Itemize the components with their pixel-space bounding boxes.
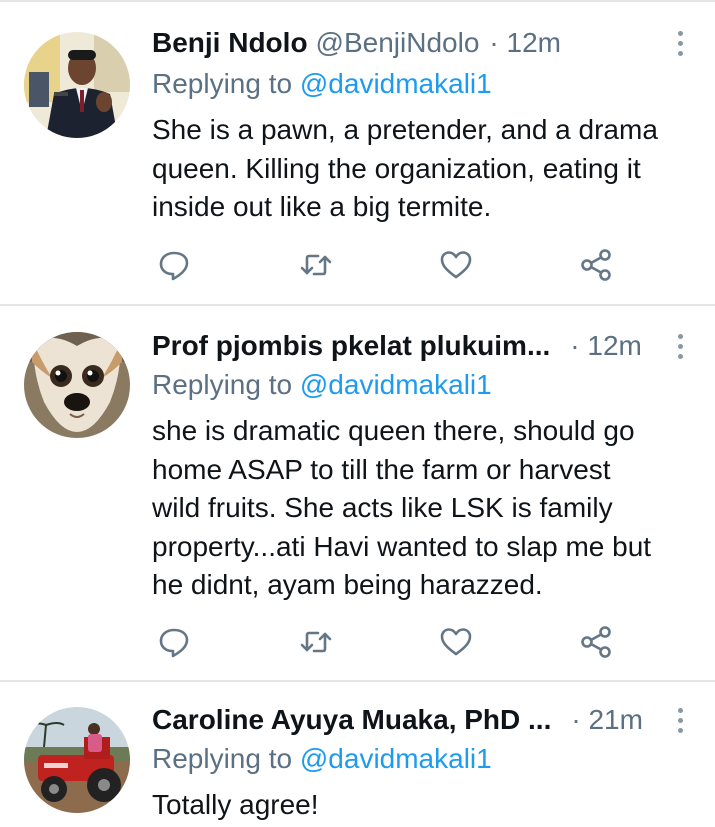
more-vertical-icon[interactable] [668, 25, 692, 61]
reply-feed: Benji Ndolo @BenjiNdolo · 12m Replying t… [0, 0, 715, 827]
action-bar [152, 624, 622, 660]
timestamp[interactable]: · 12m [489, 25, 561, 61]
action-bar [152, 247, 622, 283]
like-icon[interactable] [438, 624, 474, 660]
more-vertical-icon[interactable] [668, 328, 692, 364]
timestamp[interactable]: · 12m [570, 328, 642, 364]
user-handle[interactable]: @BenjiNdolo [316, 25, 480, 61]
mention-link[interactable]: @davidmakali1 [300, 369, 492, 400]
tweet-reply[interactable]: Caroline Ayuya Muaka, PhD ... · 21m Repl… [0, 682, 715, 827]
tweet-text-line: Totally agree! [152, 789, 319, 820]
tweet-text: She is a pawn, a pretender, and a drama … [152, 111, 702, 227]
replying-to: Replying to @davidmakali1 [152, 66, 492, 102]
tweet-header: Caroline Ayuya Muaka, PhD ... · 21m [152, 702, 663, 738]
tweet-text: she is dramatic queen there, should go h… [152, 412, 702, 605]
separator-dot: · [570, 330, 580, 361]
avatar[interactable] [24, 32, 130, 138]
tweet-text-line: She is a pawn, a pretender, and a drama [152, 114, 658, 145]
mention-link[interactable]: @davidmakali1 [300, 743, 492, 774]
avatar-photo [24, 32, 130, 138]
tweet-reply[interactable]: Benji Ndolo @BenjiNdolo · 12m Replying t… [0, 0, 715, 304]
separator-dot: · [489, 27, 499, 58]
display-name[interactable]: Caroline Ayuya Muaka, PhD ... [152, 702, 551, 738]
tweet-text-line: queen. Killing the organization, eating … [152, 152, 641, 184]
tweet-text-line: home ASAP to till the farm or harvest [152, 453, 611, 485]
separator-dot: · [571, 704, 581, 735]
avatar-photo [24, 707, 130, 813]
reply-icon[interactable] [156, 624, 192, 660]
replying-to: Replying to @davidmakali1 [152, 367, 492, 403]
tweet-header: Prof pjombis pkelat plukuim... · 12m [152, 328, 663, 364]
reply-icon[interactable] [156, 247, 192, 283]
avatar-photo [24, 332, 130, 438]
retweet-icon[interactable] [298, 624, 334, 660]
timestamp[interactable]: · 21m [571, 702, 643, 738]
timestamp-value: 12m [587, 330, 642, 361]
avatar[interactable] [24, 707, 130, 813]
tweet-text-line: inside out like a big termite. [152, 191, 492, 222]
mention-link[interactable]: @davidmakali1 [300, 68, 492, 99]
tweet-text: Totally agree! [152, 786, 702, 825]
replying-to: Replying to @davidmakali1 [152, 741, 492, 777]
tweet-text-line: wild fruits. She acts like LSK is family [152, 492, 613, 523]
replying-to-label: Replying to [152, 369, 293, 400]
tweet-header: Benji Ndolo @BenjiNdolo · 12m [152, 25, 663, 61]
tweet-text-line: she is dramatic queen there, should go [152, 415, 635, 446]
replying-to-label: Replying to [152, 743, 293, 774]
retweet-icon[interactable] [298, 247, 334, 283]
more-vertical-icon[interactable] [668, 702, 692, 738]
timestamp-value: 21m [588, 704, 643, 735]
timestamp-value: 12m [506, 27, 561, 58]
tweet-text-line: he didnt, ayam being harazzed. [152, 569, 543, 600]
tweet-reply[interactable]: Prof pjombis pkelat plukuim... · 12m Rep… [0, 306, 715, 680]
display-name[interactable]: Prof pjombis pkelat plukuim... [152, 328, 550, 364]
share-icon[interactable] [578, 247, 614, 283]
display-name[interactable]: Benji Ndolo [152, 25, 308, 61]
like-icon[interactable] [438, 247, 474, 283]
replying-to-label: Replying to [152, 68, 293, 99]
share-icon[interactable] [578, 624, 614, 660]
tweet-text-line: property...ati Havi wanted to slap me bu… [152, 530, 652, 562]
avatar[interactable] [24, 332, 130, 438]
